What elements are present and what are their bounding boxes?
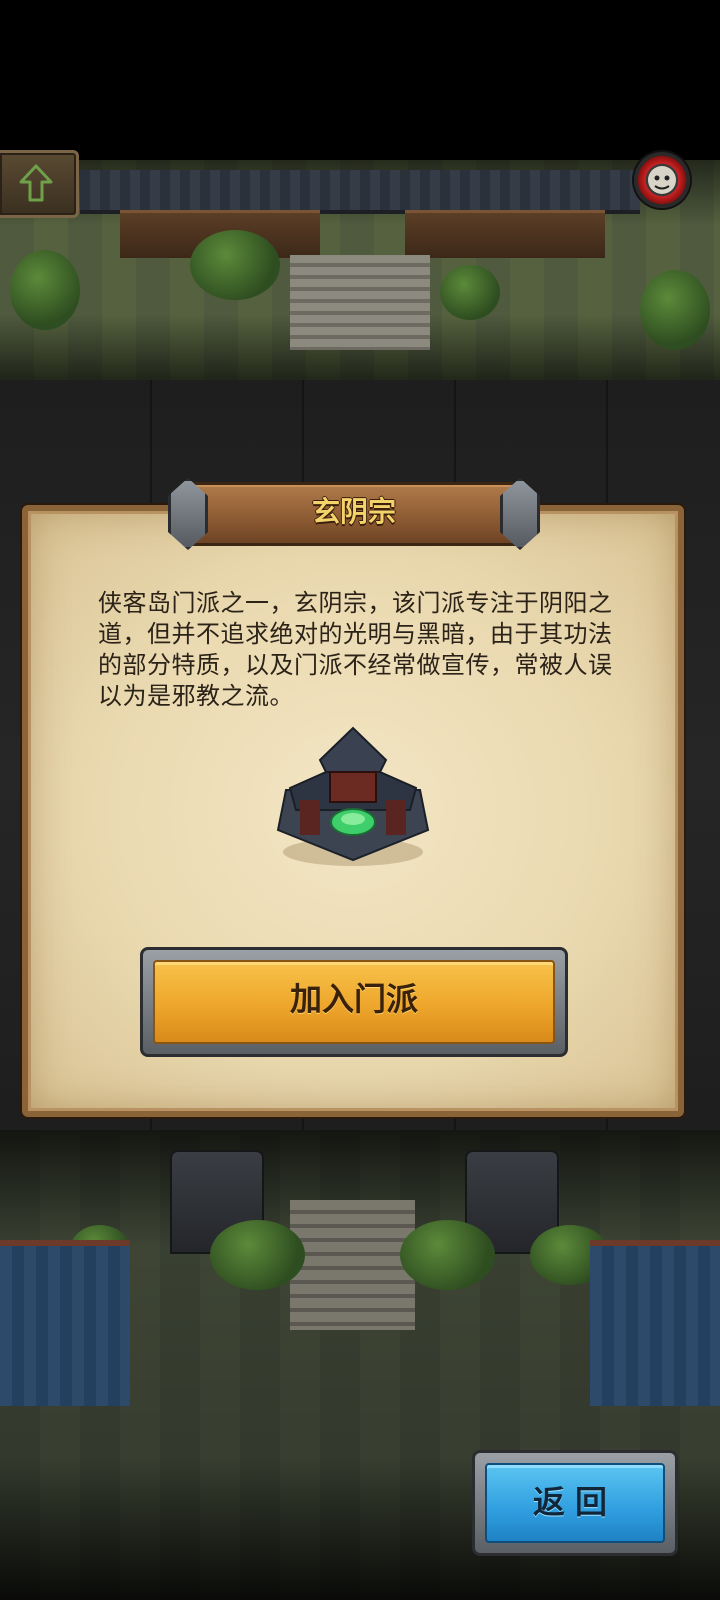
- tree: [640, 270, 710, 350]
- tree: [440, 265, 500, 320]
- player-avatar[interactable]: [634, 152, 690, 208]
- tree: [10, 250, 80, 330]
- tree: [210, 1220, 305, 1290]
- sect-description: 侠客岛门派之一，玄阴宗，该门派专注于阴阳之道，但并不追求绝对的光明与黑暗，由于其…: [98, 589, 613, 710]
- join-sect-label: 加入门派: [289, 980, 418, 1018]
- tree: [400, 1220, 495, 1290]
- sect-title: 玄阴宗: [311, 495, 396, 528]
- blue-wall-left: [0, 1240, 130, 1406]
- back-button[interactable]: 返回: [472, 1450, 678, 1556]
- blue-wall-right: [590, 1240, 720, 1406]
- join-sect-button[interactable]: 加入门派: [140, 947, 568, 1057]
- stone-stairs: [290, 1200, 415, 1330]
- back-button-label: 返回: [532, 1483, 617, 1521]
- hall-right: [405, 210, 605, 258]
- up-arrow-icon: [19, 164, 53, 202]
- courtyard-scene-top: [0, 160, 720, 380]
- tree: [190, 230, 280, 300]
- top-black-area: [0, 0, 720, 160]
- sect-building-icon: [270, 720, 436, 870]
- up-button[interactable]: [0, 150, 79, 218]
- stone-stairs: [290, 255, 430, 350]
- title-plaque: 玄阴宗: [168, 478, 540, 550]
- roof-tiles: [80, 170, 640, 214]
- player-avatar-icon: [648, 166, 676, 194]
